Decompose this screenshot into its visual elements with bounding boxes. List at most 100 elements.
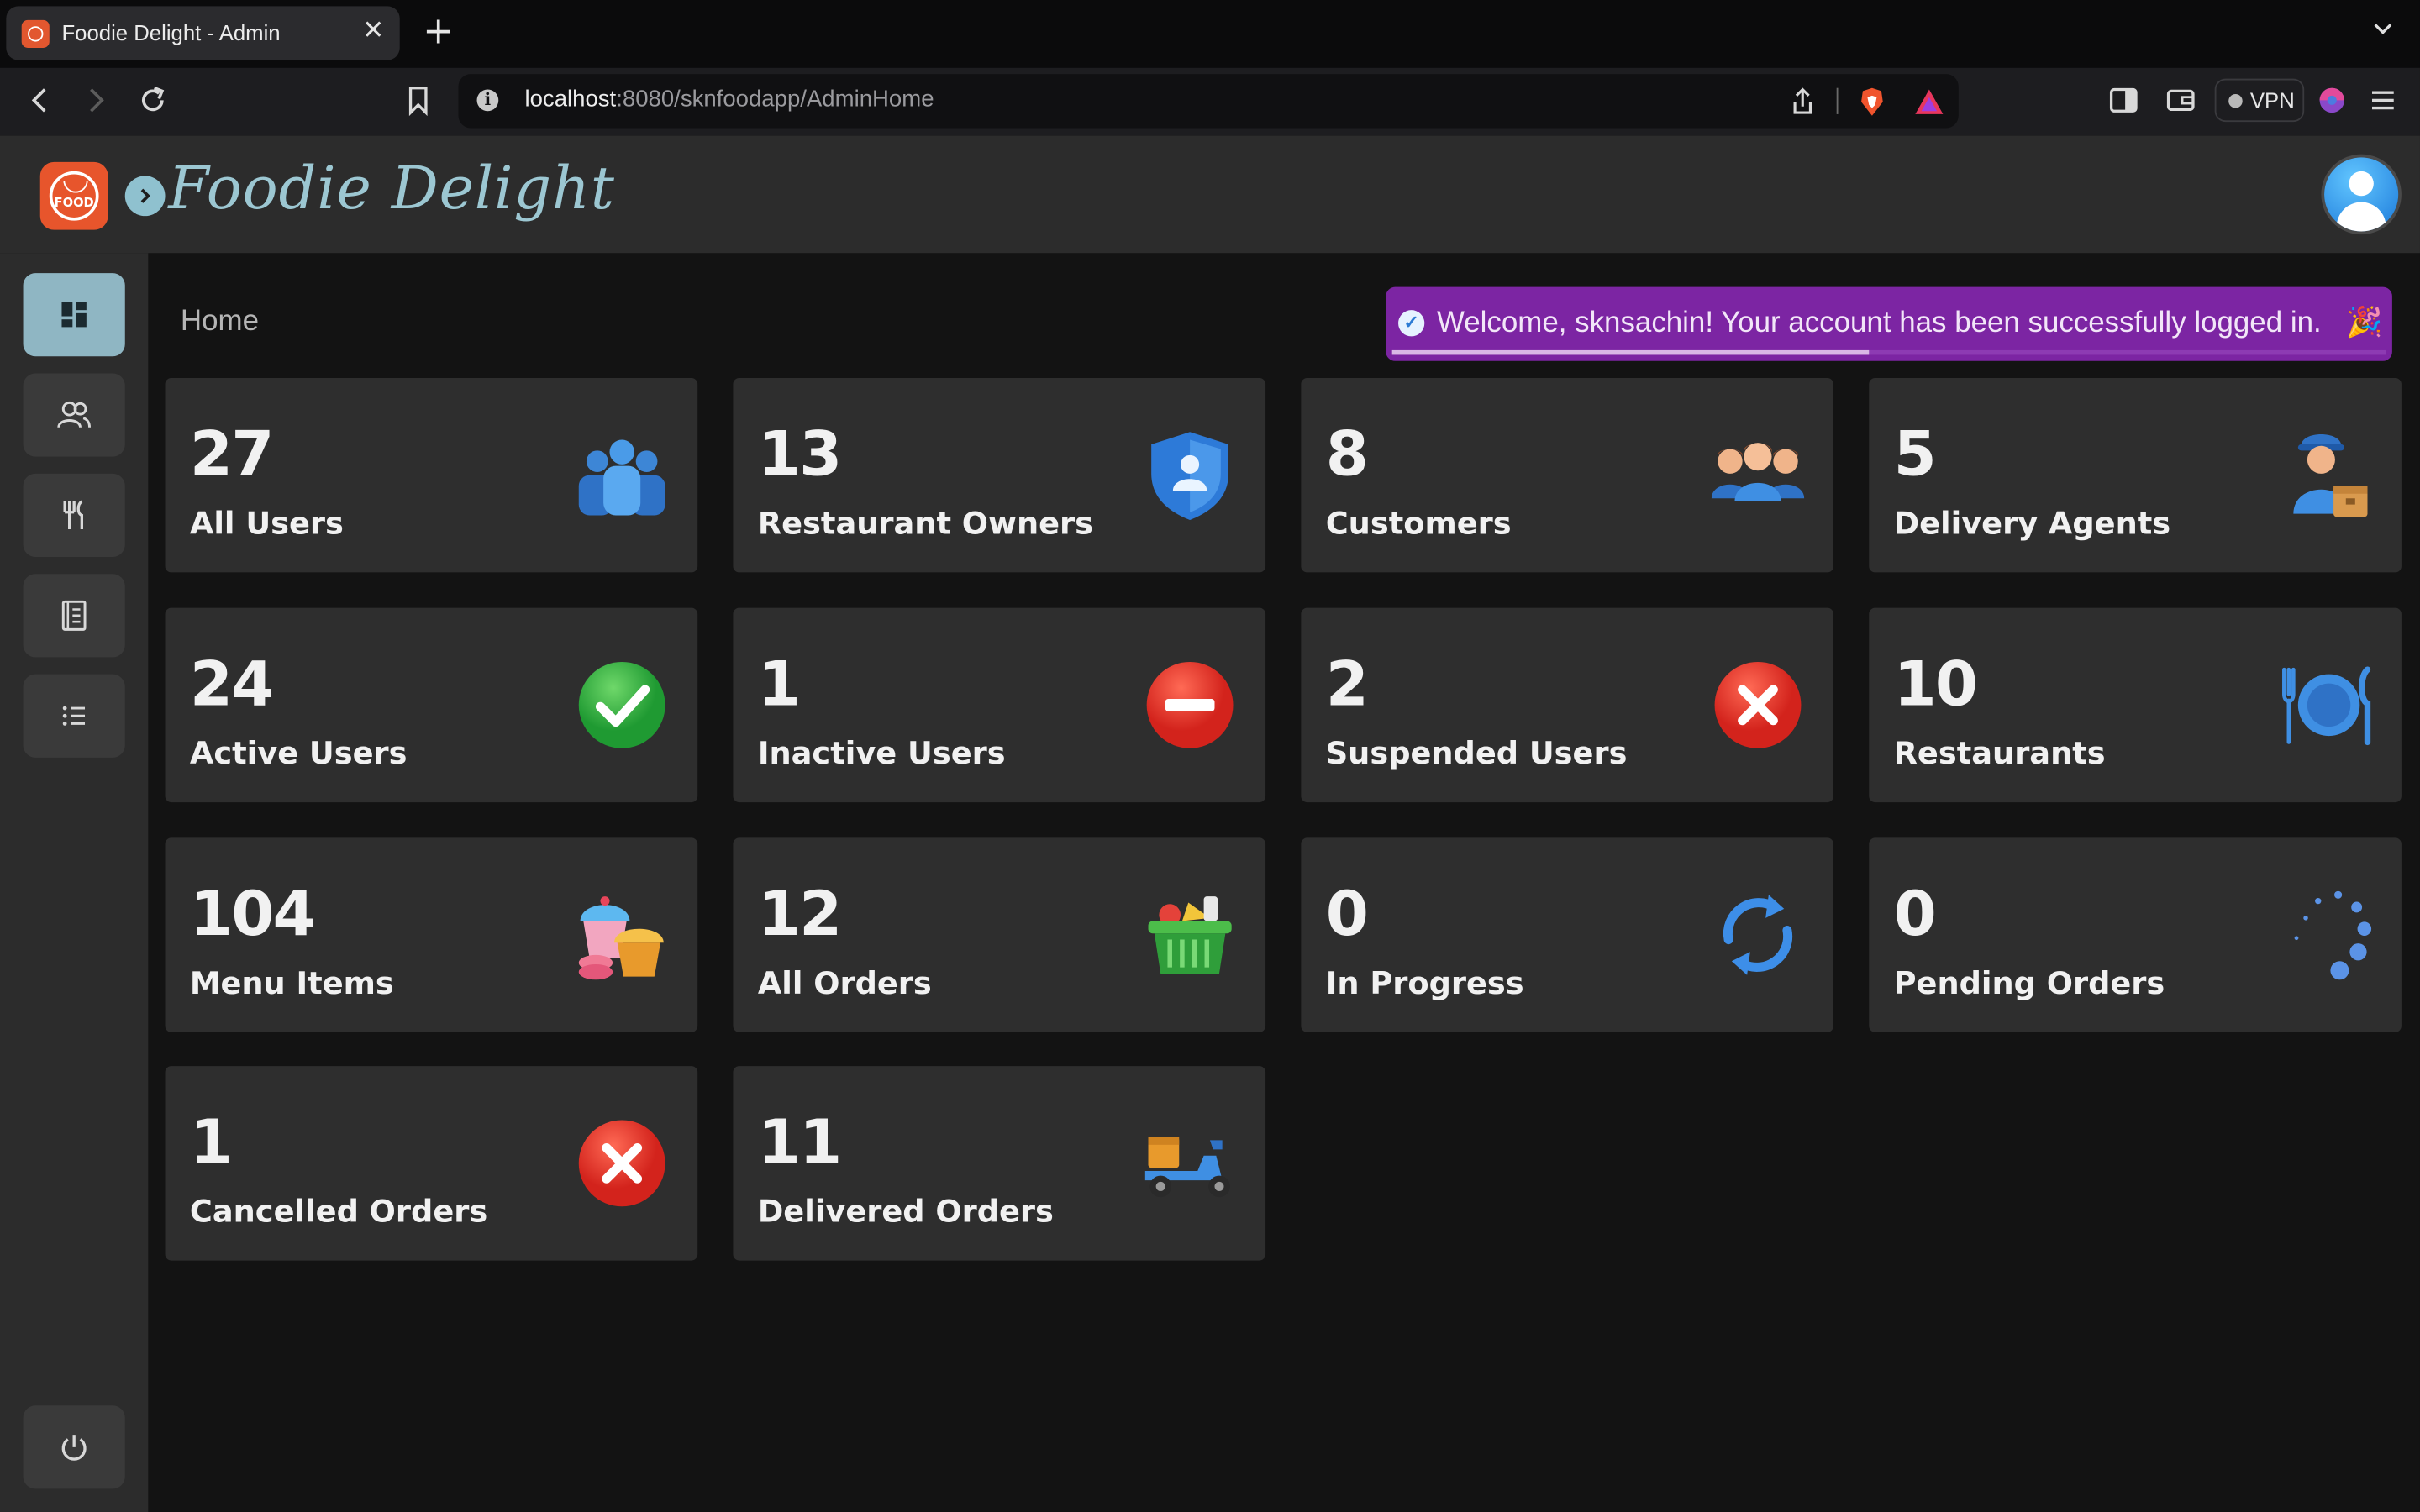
loading-dots-icon bbox=[2294, 890, 2372, 980]
brave-shield-icon[interactable] bbox=[1857, 87, 1888, 118]
user-avatar[interactable] bbox=[2324, 157, 2399, 232]
users-icon bbox=[57, 401, 91, 428]
back-icon[interactable] bbox=[24, 81, 55, 118]
reload-icon[interactable] bbox=[136, 81, 170, 118]
stat-label: Suspended Users bbox=[1325, 734, 1628, 772]
breadcrumb[interactable]: Home bbox=[181, 306, 259, 339]
stat-value: 10 bbox=[1893, 649, 1978, 721]
stat-card-suspended-users[interactable]: 2 Suspended Users bbox=[1301, 607, 1833, 803]
sidebar-item-dashboard[interactable] bbox=[23, 273, 125, 357]
party-popper-icon: 🎉 bbox=[2346, 307, 2383, 340]
hamburger-menu-icon[interactable] bbox=[2367, 81, 2398, 118]
stat-card-pending-orders[interactable]: 0 Pending Orders bbox=[1869, 837, 2402, 1032]
delivery-agent-icon bbox=[2293, 434, 2368, 517]
stat-value: 8 bbox=[1325, 419, 1369, 491]
restaurant-icon bbox=[63, 500, 83, 529]
stat-label: Active Users bbox=[189, 734, 408, 772]
chevron-right-icon bbox=[140, 188, 150, 203]
check-icon: ✓ bbox=[1398, 310, 1425, 337]
url-text[interactable]: localhost:8080/sknfoodapp/AdminHome bbox=[524, 87, 934, 113]
browser-tab[interactable]: Foodie Delight - Admin ✕ bbox=[6, 6, 400, 60]
stat-card-cancelled-orders[interactable]: 1 Cancelled Orders bbox=[165, 1066, 698, 1261]
toast-progress-track bbox=[1392, 349, 2386, 355]
stat-value: 5 bbox=[1893, 419, 1937, 491]
stat-label: Menu Items bbox=[189, 963, 394, 1002]
stat-value: 0 bbox=[1325, 879, 1369, 951]
sidebar-item-orders[interactable] bbox=[23, 674, 125, 758]
app-header: FOOD Foodie Delight bbox=[0, 135, 2420, 254]
stat-label: Cancelled Orders bbox=[189, 1192, 488, 1230]
stat-value: 11 bbox=[757, 1107, 842, 1179]
wallet-icon[interactable] bbox=[2165, 81, 2196, 118]
address-bar[interactable]: i localhost:8080/sknfoodapp/AdminHome bbox=[458, 74, 1959, 129]
dashboard-icon bbox=[61, 302, 87, 328]
no-entry-icon bbox=[1146, 661, 1234, 748]
stat-value: 0 bbox=[1893, 879, 1937, 951]
brand-title: Foodie Delight bbox=[168, 154, 615, 223]
vpn-label: VPN bbox=[2249, 87, 2295, 113]
stat-label: In Progress bbox=[1325, 963, 1524, 1002]
power-icon bbox=[61, 1435, 87, 1461]
bookmark-icon[interactable] bbox=[404, 81, 432, 118]
customers-icon bbox=[1711, 443, 1805, 501]
stat-label: Restaurant Owners bbox=[757, 504, 1094, 542]
stat-card-all-users[interactable]: 27 All Users bbox=[165, 377, 698, 573]
sidebar-item-users[interactable] bbox=[23, 373, 125, 457]
favicon-icon bbox=[21, 19, 50, 48]
stat-label: Delivered Orders bbox=[757, 1192, 1054, 1230]
sidebar-toggle-icon[interactable] bbox=[2108, 81, 2139, 118]
stat-label: Pending Orders bbox=[1893, 963, 2165, 1002]
profile-color-icon[interactable] bbox=[2317, 81, 2348, 118]
cross-circle-icon bbox=[1714, 661, 1802, 748]
new-tab-icon[interactable]: + bbox=[423, 9, 454, 52]
stat-card-inactive-users[interactable]: 1 Inactive Users bbox=[733, 607, 1266, 803]
stat-label: Inactive Users bbox=[757, 734, 1006, 772]
basket-icon bbox=[1148, 896, 1232, 974]
forward-icon[interactable] bbox=[81, 81, 112, 118]
sidebar-expand-button[interactable] bbox=[124, 176, 166, 217]
logout-button[interactable] bbox=[23, 1405, 125, 1489]
close-tab-icon[interactable]: ✕ bbox=[362, 15, 384, 46]
stat-card-all-orders[interactable]: 12 All Orders bbox=[733, 837, 1266, 1032]
vpn-button[interactable]: VPN bbox=[2214, 78, 2305, 123]
stat-card-customers[interactable]: 8 Customers bbox=[1301, 377, 1833, 573]
stat-card-delivery-agents[interactable]: 5 Delivery Agents bbox=[1869, 377, 2402, 573]
sidebar-item-menu[interactable] bbox=[23, 574, 125, 658]
stat-card-delivered-orders[interactable]: 11 Delivered Orders bbox=[733, 1066, 1266, 1261]
cross-circle-icon bbox=[578, 1120, 666, 1207]
app-logo[interactable]: FOOD bbox=[39, 161, 108, 230]
tab-title: Foodie Delight - Admin bbox=[61, 19, 281, 45]
stat-card-active-users[interactable]: 24 Active Users bbox=[165, 607, 698, 803]
avatar-body bbox=[2336, 202, 2386, 232]
welcome-toast[interactable]: ✓ Welcome, sknsachin! Your account has b… bbox=[1386, 286, 2392, 361]
stat-value: 24 bbox=[189, 649, 274, 721]
stat-card-restaurants[interactable]: 10 Restaurants bbox=[1869, 607, 2402, 803]
sidebar-item-restaurants[interactable] bbox=[23, 473, 125, 558]
shield-user-icon bbox=[1151, 432, 1229, 520]
logo-text: FOOD bbox=[54, 196, 94, 210]
stat-value: 1 bbox=[189, 1107, 233, 1179]
delivery-scooter-icon bbox=[1144, 1137, 1230, 1198]
sidebar bbox=[0, 253, 149, 1512]
vpn-status-icon bbox=[2228, 94, 2243, 108]
plate-fork-knife-icon bbox=[2282, 666, 2371, 746]
stat-label: All Users bbox=[189, 504, 344, 542]
cupcake-icon bbox=[578, 896, 664, 980]
share-icon[interactable] bbox=[1789, 87, 1817, 118]
stat-card-menu-items[interactable]: 104 Menu Items bbox=[165, 837, 698, 1032]
check-circle-icon bbox=[578, 661, 666, 748]
site-info-icon[interactable]: i bbox=[476, 89, 499, 112]
stat-card-in-progress[interactable]: 0 In Progress bbox=[1301, 837, 1833, 1032]
stat-card-restaurant-owners[interactable]: 13 Restaurant Owners bbox=[733, 377, 1266, 573]
toast-progress-bar bbox=[1392, 349, 1870, 355]
menu-book-icon bbox=[61, 600, 87, 631]
browser-tab-bar: Foodie Delight - Admin ✕ + bbox=[0, 0, 2420, 68]
chevron-down-icon[interactable] bbox=[2370, 15, 2395, 39]
stat-value: 1 bbox=[757, 649, 801, 721]
brave-rewards-icon[interactable] bbox=[1914, 87, 1945, 118]
toast-message: Welcome, sknsachin! Your account has bee… bbox=[1436, 307, 2322, 340]
avatar-head bbox=[2349, 171, 2374, 197]
stat-value: 12 bbox=[757, 879, 842, 951]
refresh-cycle-icon bbox=[1723, 895, 1793, 975]
stat-value: 104 bbox=[189, 879, 316, 951]
